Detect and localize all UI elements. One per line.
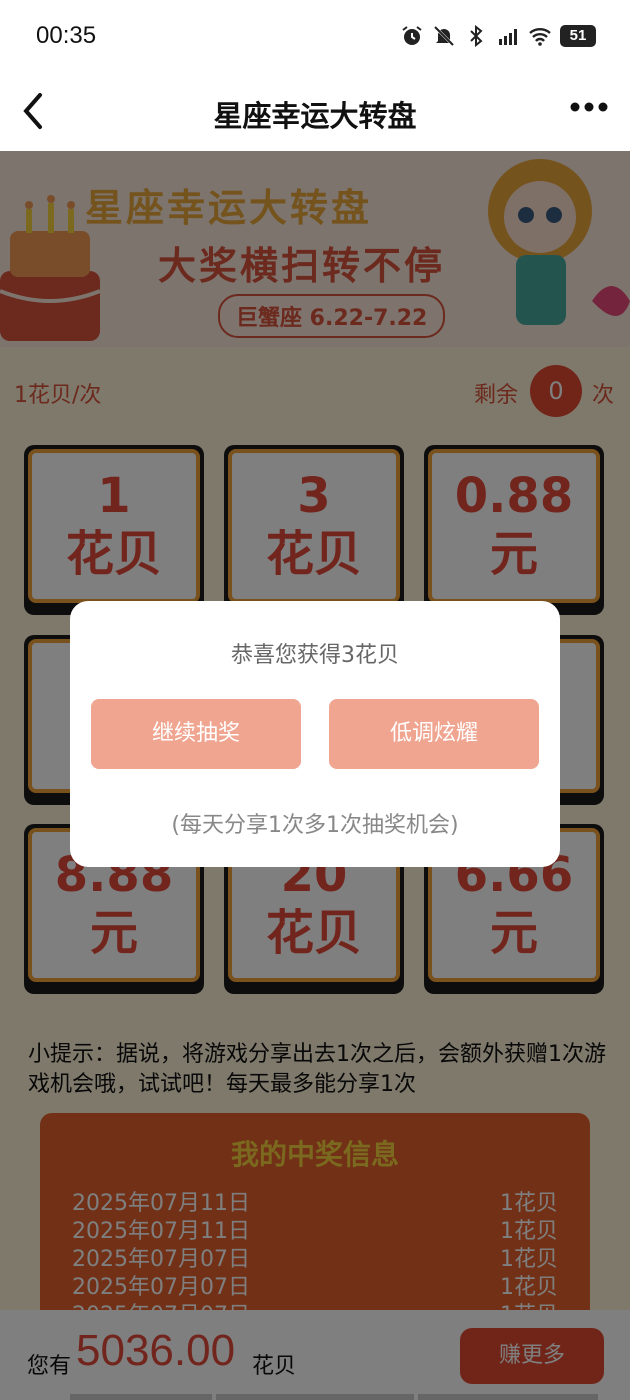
wifi-icon [529,28,551,46]
continue-draw-button[interactable]: 继续抽奖 [91,699,301,769]
signal-5g-icon [499,29,517,45]
bluetooth-icon [470,24,483,48]
dialog-message: 恭喜您获得3花贝 [231,643,399,668]
dialog-note: (每天分享1次多1次抽奖机会) [171,813,459,838]
status-bar: 00:35 51 [0,0,630,75]
nav-bar: 星座幸运大转盘 [0,75,630,151]
page-title: 星座幸运大转盘 [213,99,417,133]
win-result-dialog: 恭喜您获得3花贝 继续抽奖 低调炫耀 (每天分享1次多1次抽奖机会) [70,601,560,867]
more-horizontal-icon[interactable] [570,97,608,117]
status-time: 00:35 [36,22,97,49]
mute-icon [433,25,455,47]
bottom-bar-dim [0,1310,630,1400]
alarm-icon [402,26,422,45]
status-icons: 51 [400,24,596,48]
bottom-bar: 您有 5036.00 花贝 赚更多 [0,1310,630,1400]
share-button[interactable]: 低调炫耀 [329,699,539,769]
battery-indicator: 51 [560,25,596,47]
